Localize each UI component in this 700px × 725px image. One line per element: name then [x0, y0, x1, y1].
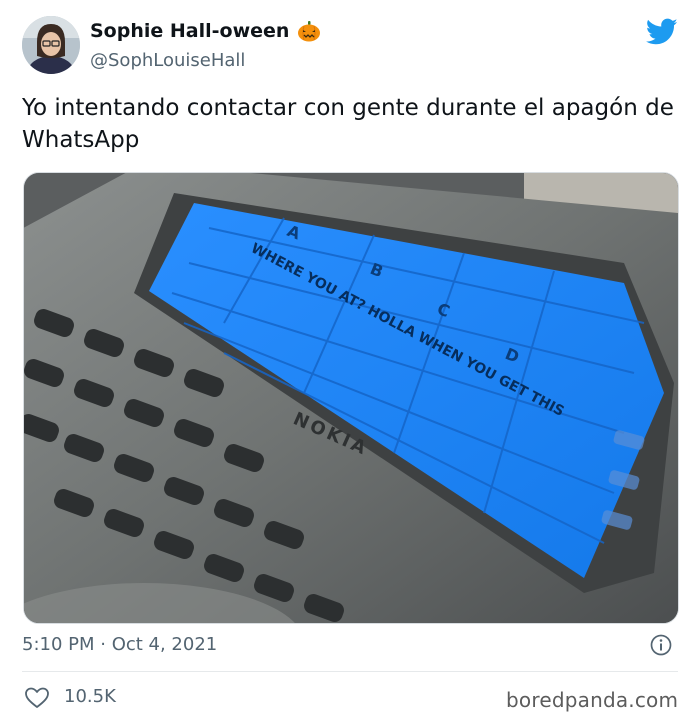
- tweet-text: Yo intentando contactar con gente durant…: [22, 95, 674, 153]
- tweet-timestamp[interactable]: 5:10 PM · Oct 4, 2021: [22, 634, 217, 655]
- info-icon[interactable]: [650, 634, 672, 656]
- author-handle[interactable]: @SophLouiseHall: [90, 50, 245, 71]
- author-display-name[interactable]: Sophie Hall-oween: [90, 20, 289, 42]
- tweet-media-image[interactable]: A B C D WHERE YOU AT? HOLLA WHEN YOU GET…: [23, 172, 679, 624]
- twitter-bird-icon[interactable]: [645, 18, 678, 46]
- pumpkin-icon: [297, 20, 321, 42]
- divider: [22, 671, 678, 672]
- like-count[interactable]: 10.5K: [64, 686, 116, 707]
- heart-icon[interactable]: [24, 686, 50, 710]
- watermark: boredpanda.com: [506, 688, 679, 712]
- avatar[interactable]: [22, 16, 80, 74]
